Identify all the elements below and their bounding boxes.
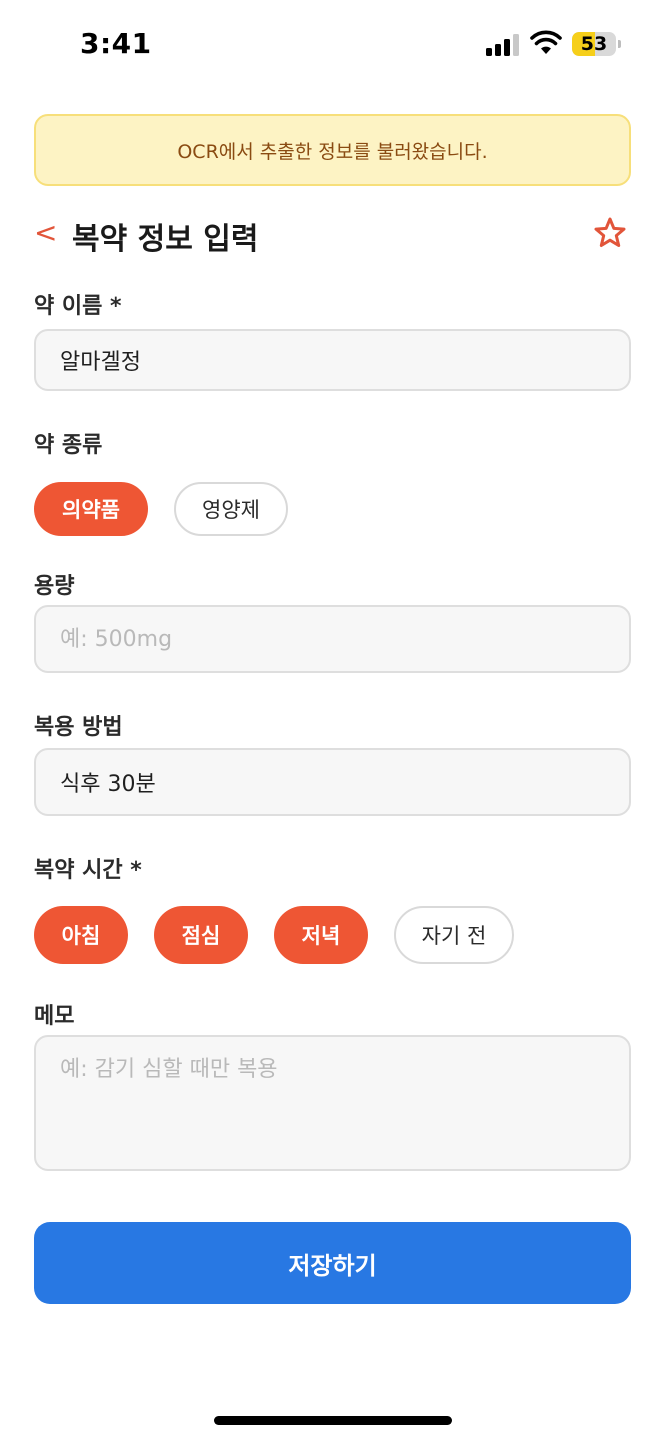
battery-icon: 53 [572,32,622,56]
page-title: 복약 정보 입력 [72,222,259,257]
memo-label: 메모 [34,1004,75,1029]
dosage-label: 용량 [34,574,75,599]
cellular-signal-icon [486,32,520,56]
save-button[interactable]: 저장하기 [34,1222,631,1304]
method-label: 복용 방법 [34,715,123,740]
back-button[interactable]: < [34,216,57,249]
memo-textarea[interactable] [34,1035,631,1171]
status-bar: 3:41 53 [0,0,665,90]
time-option-lunch[interactable]: 점심 [154,906,248,964]
drug-type-option-medicine[interactable]: 의약품 [34,482,148,536]
battery-percentage: 53 [580,33,608,55]
drug-name-label: 약 이름 * [34,294,122,319]
drug-name-input[interactable] [34,329,631,391]
star-icon[interactable] [593,216,627,250]
time-option-bedtime[interactable]: 자기 전 [394,906,514,964]
ocr-notice-banner: OCR에서 추출한 정보를 불러왔습니다. [34,114,631,186]
status-time: 3:41 [80,27,152,60]
time-label: 복약 시간 * [34,858,142,883]
page-header: < 복약 정보 입력 [34,210,631,260]
drug-type-label: 약 종류 [34,433,103,458]
time-option-morning[interactable]: 아침 [34,906,128,964]
dosage-input[interactable] [34,605,631,673]
wifi-icon [530,30,562,54]
drug-type-option-supplement[interactable]: 영양제 [174,482,288,536]
method-input[interactable] [34,748,631,816]
banner-text: OCR에서 추출한 정보를 불러왔습니다. [177,140,488,163]
home-indicator[interactable] [214,1416,452,1425]
time-option-dinner[interactable]: 저녁 [274,906,368,964]
